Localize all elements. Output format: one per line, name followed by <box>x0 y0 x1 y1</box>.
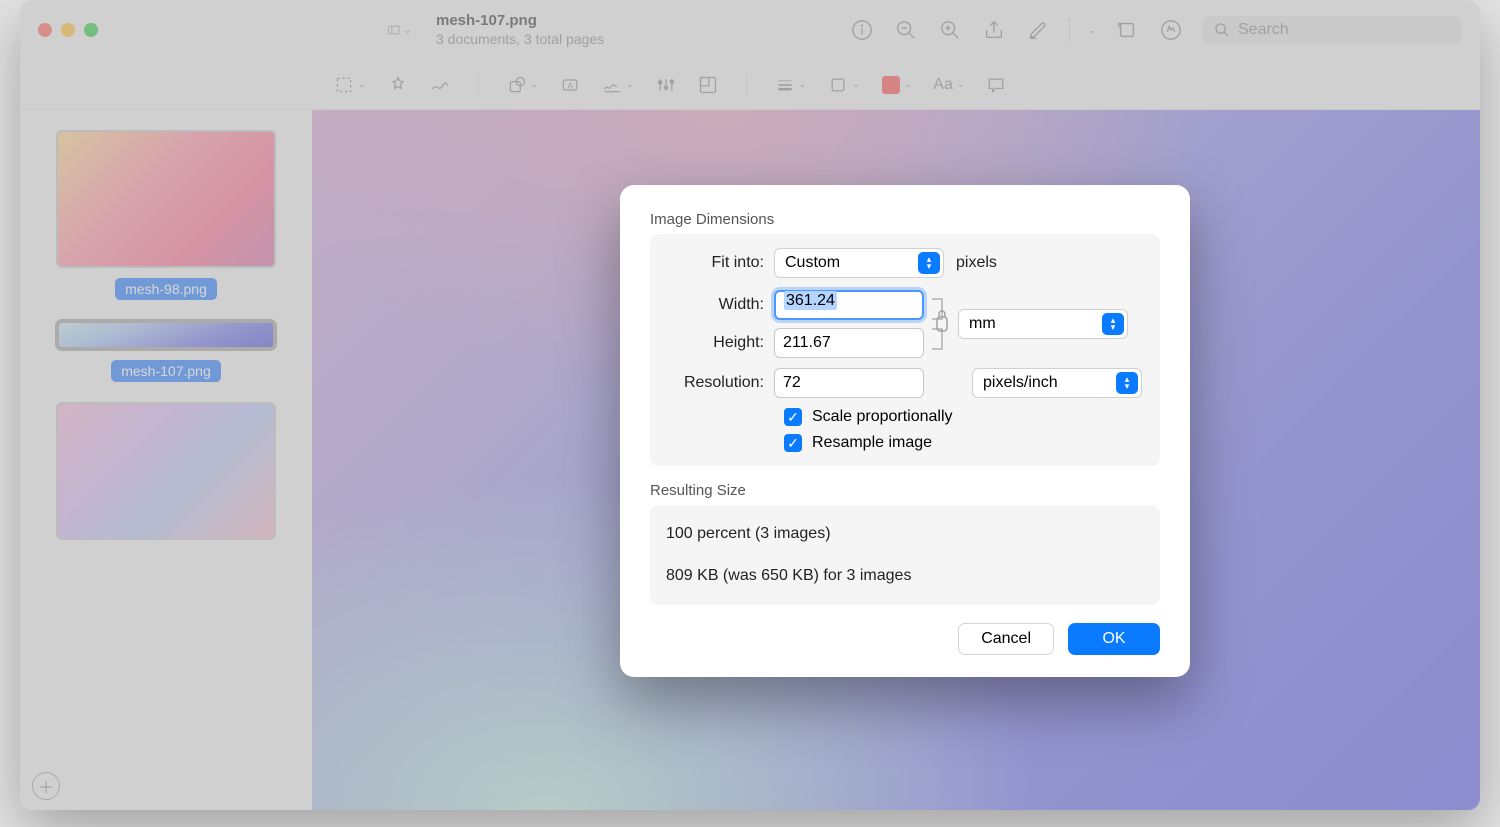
ok-button[interactable]: OK <box>1068 623 1160 655</box>
dimension-unit-value: mm <box>969 315 996 333</box>
fit-into-select[interactable]: Custom <box>774 248 944 278</box>
resolution-unit-select[interactable]: pixels/inch <box>972 368 1142 398</box>
resample-image-checkbox[interactable]: ✓ Resample image <box>784 434 1144 452</box>
app-window: ⌄ mesh-107.png 3 documents, 3 total page… <box>20 0 1480 810</box>
fit-into-label: Fit into: <box>666 254 774 272</box>
checkbox-checked-icon: ✓ <box>784 434 802 452</box>
fit-into-unit: pixels <box>956 254 997 272</box>
dimension-unit-select[interactable]: mm <box>958 309 1128 339</box>
section-title: Image Dimensions <box>650 211 1160 228</box>
height-input[interactable]: 211.67 <box>774 328 924 358</box>
select-caret-icon <box>918 252 940 274</box>
height-label: Height: <box>666 334 774 352</box>
width-input[interactable]: 361.24 <box>774 290 924 320</box>
result-filesize: 809 KB (was 650 KB) for 3 images <box>666 567 1144 585</box>
select-caret-icon <box>1116 372 1138 394</box>
cancel-button[interactable]: Cancel <box>958 623 1054 655</box>
resolution-input[interactable]: 72 <box>774 368 924 398</box>
section-title: Resulting Size <box>650 482 1160 499</box>
scale-label: Scale proportionally <box>812 408 953 426</box>
checkbox-checked-icon: ✓ <box>784 408 802 426</box>
resolution-label: Resolution: <box>666 374 774 392</box>
dimensions-section: Fit into: Custom pixels Width: 361.24 He… <box>650 234 1160 466</box>
select-caret-icon <box>1102 313 1124 335</box>
resample-label: Resample image <box>812 434 932 452</box>
result-percent: 100 percent (3 images) <box>666 525 1144 543</box>
width-label: Width: <box>666 296 774 314</box>
resulting-size-section: 100 percent (3 images) 809 KB (was 650 K… <box>650 505 1160 605</box>
adjust-size-dialog: Image Dimensions Fit into: Custom pixels… <box>620 185 1190 677</box>
resolution-unit-value: pixels/inch <box>983 374 1058 392</box>
lock-aspect-button[interactable] <box>924 291 958 357</box>
fit-into-value: Custom <box>785 254 840 272</box>
scale-proportionally-checkbox[interactable]: ✓ Scale proportionally <box>784 408 1144 426</box>
